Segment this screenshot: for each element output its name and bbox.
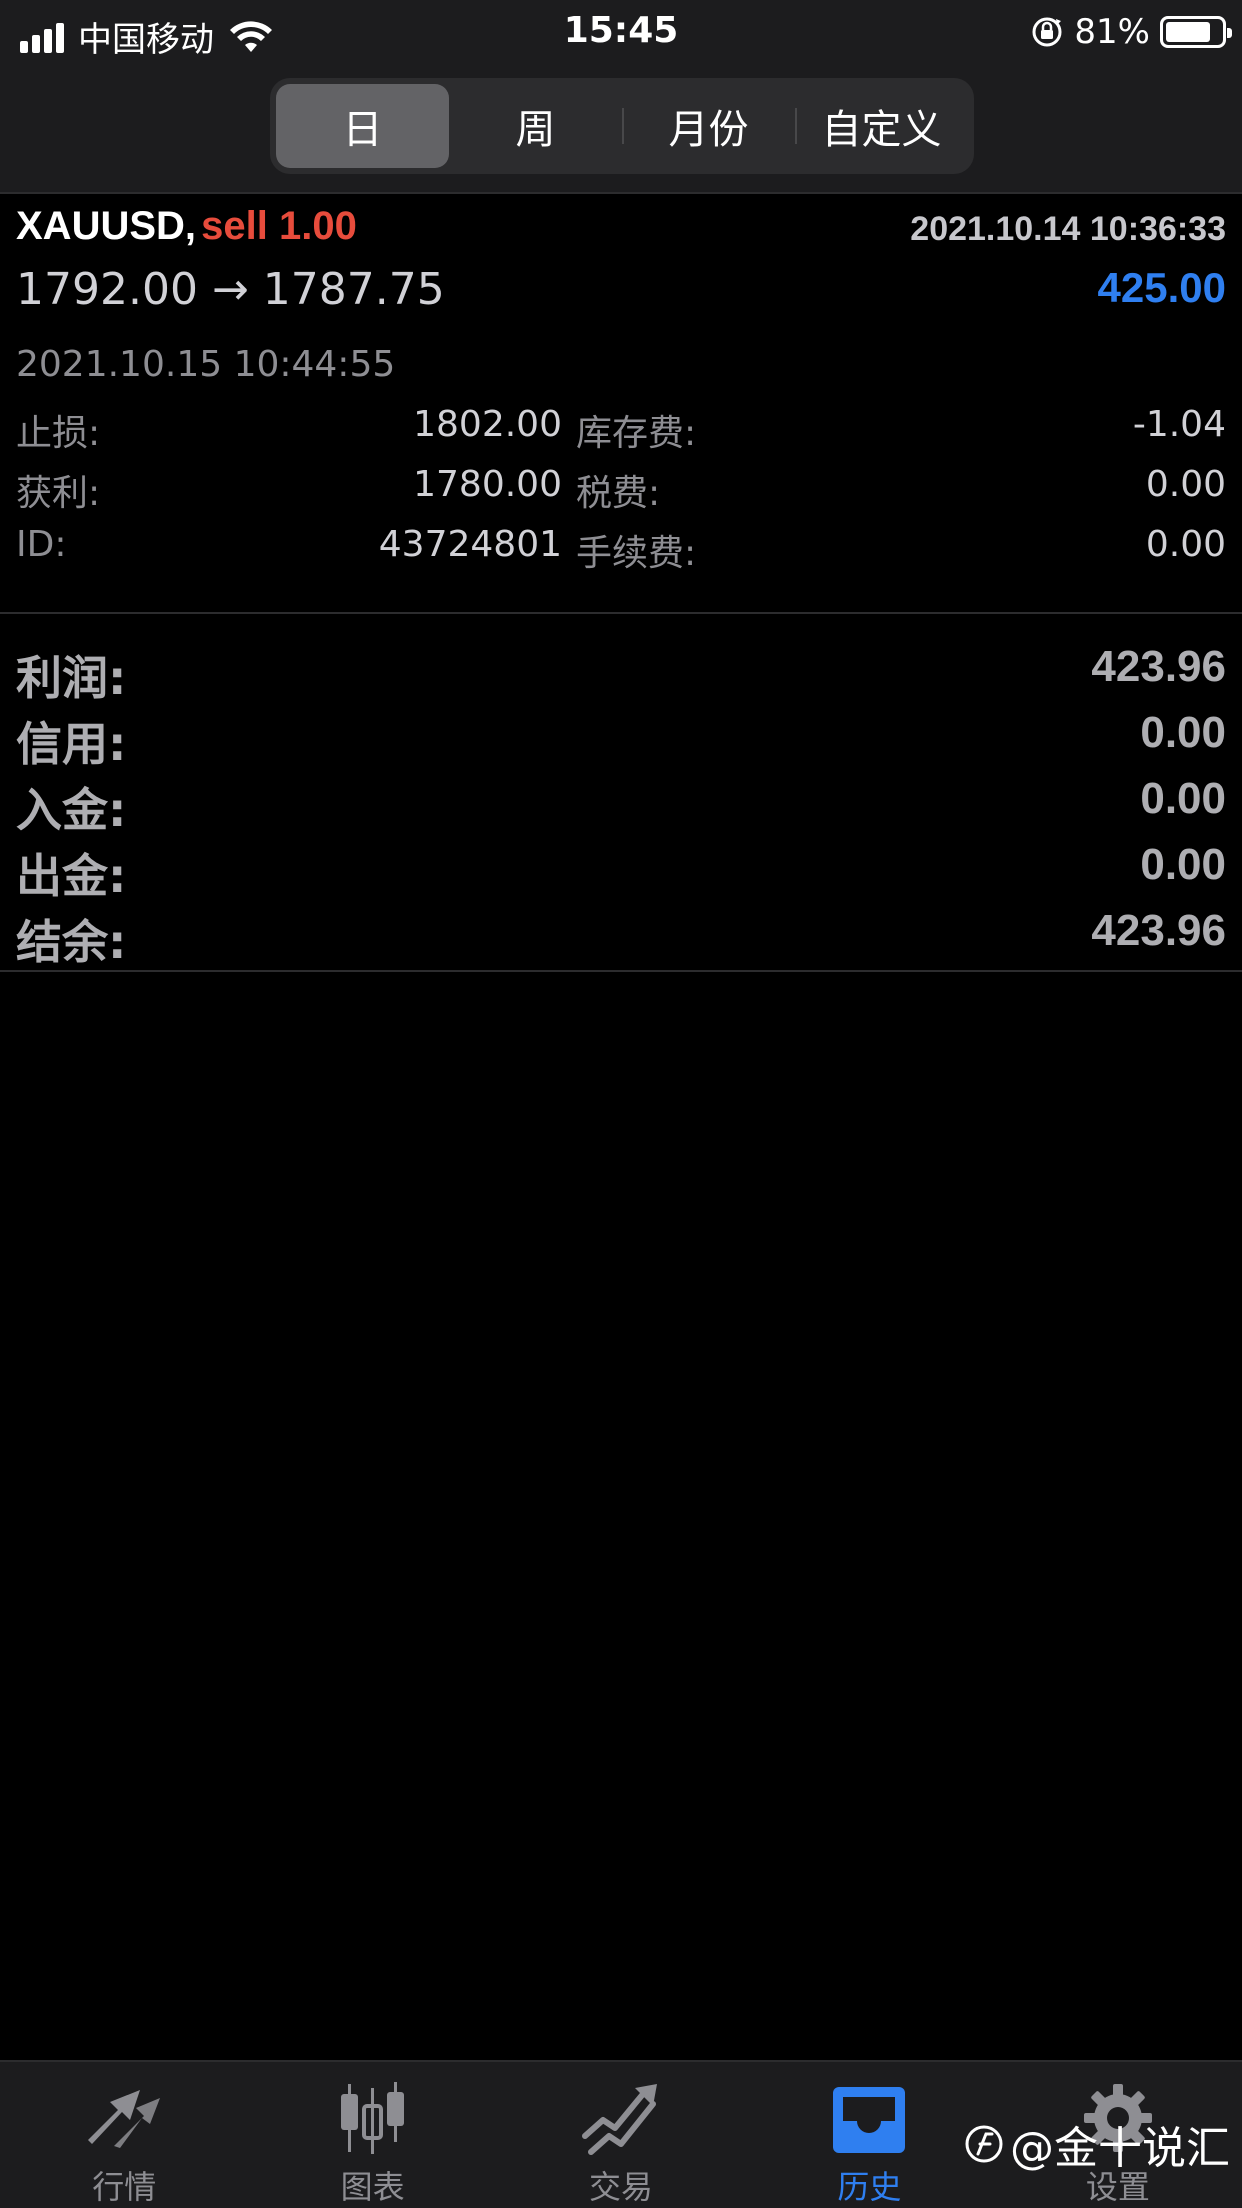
- account-summary: 利润: 423.96 信用: 0.00 入金: 0.00 出金: 0.00 结余…: [0, 612, 1242, 972]
- tab-week[interactable]: 周: [449, 84, 622, 168]
- summary-row-balance: 结余: 423.96: [0, 898, 1242, 969]
- watermark-text: @金十说汇: [1010, 2123, 1230, 2174]
- take-profit-label: 获利:: [16, 473, 101, 514]
- period-segmented-control: 日 周 月份 自定义: [270, 78, 974, 174]
- swap-label: 库存费:: [576, 413, 697, 454]
- trade-open-time: 2021.10.14 10:36:33: [910, 210, 1226, 248]
- trade-prices: 1792.00 → 1787.75: [16, 264, 445, 315]
- summary-row-credit: 信用: 0.00: [0, 700, 1242, 771]
- taxes-value: 0.00: [1145, 464, 1226, 505]
- summary-value: 423.96: [1091, 906, 1226, 955]
- summary-row-withdrawal: 出金: 0.00: [0, 832, 1242, 903]
- history-screen: 中国移动 15:45 81% 日 周 月份 自定义 XAUUSD, sell 1…: [0, 0, 1242, 2208]
- tab-history[interactable]: 历史: [745, 2062, 993, 2208]
- tab-week-label: 周: [515, 107, 556, 153]
- watermark: @金十说汇: [964, 2112, 1230, 2176]
- summary-value: 0.00: [1140, 840, 1226, 889]
- summary-value: 0.00: [1140, 774, 1226, 823]
- trade-trend-icon: [579, 2080, 663, 2156]
- trade-symbol: XAUUSD,: [16, 204, 197, 248]
- battery-percent: 81%: [1074, 12, 1150, 52]
- trade-entry[interactable]: XAUUSD, sell 1.00 2021.10.14 10:36:33 17…: [0, 192, 1242, 612]
- battery-icon: [1160, 16, 1232, 48]
- tab-trade-label: 交易: [589, 2168, 654, 2206]
- trade-details: 止损: 1802.00 库存费: -1.04 获利: 1780.00 税费: 0…: [16, 404, 1226, 584]
- tab-custom[interactable]: 自定义: [795, 84, 968, 168]
- detail-row: 获利: 1780.00 税费: 0.00: [16, 464, 1226, 524]
- tab-chart[interactable]: 图表: [248, 2062, 496, 2208]
- battery-level-fill: [1166, 22, 1210, 42]
- commission-value: 0.00: [1145, 524, 1226, 565]
- tab-month-label: 月份: [668, 107, 749, 153]
- tab-custom-label: 自定义: [821, 107, 942, 153]
- stop-loss-label: 止损:: [16, 413, 101, 454]
- summary-row-profit: 利润: 423.96: [0, 634, 1242, 705]
- commission-label: 手续费:: [576, 533, 697, 574]
- summary-label: 信用:: [16, 717, 127, 771]
- summary-label: 利润:: [16, 651, 127, 705]
- taxes-label: 税费:: [576, 473, 661, 514]
- status-bar: 中国移动 15:45 81%: [0, 0, 1242, 62]
- trade-profit: 425.00: [1097, 264, 1226, 311]
- history-inbox-icon: [827, 2080, 911, 2156]
- stop-loss-value: 1802.00: [413, 404, 562, 445]
- summary-label: 出金:: [16, 849, 127, 903]
- rotation-lock-icon: [1032, 17, 1062, 47]
- tab-history-label: 历史: [837, 2168, 902, 2206]
- take-profit-value: 1780.00: [413, 464, 562, 505]
- trade-header-row: XAUUSD, sell 1.00 2021.10.14 10:36:33: [16, 204, 1226, 260]
- tab-quotes[interactable]: 行情: [0, 2062, 248, 2208]
- trade-price-row: 1792.00 → 1787.75 425.00: [16, 264, 1226, 324]
- order-id-label: ID:: [16, 524, 67, 565]
- detail-row: 止损: 1802.00 库存费: -1.04: [16, 404, 1226, 464]
- tab-quotes-label: 行情: [92, 2168, 157, 2206]
- period-header: 日 周 月份 自定义: [0, 62, 1242, 192]
- status-right: 81%: [1030, 12, 1232, 52]
- quotes-arrows-icon: [82, 2080, 166, 2156]
- trade-close-time: 2021.10.15 10:44:55: [16, 344, 396, 385]
- order-id-value: 43724801: [378, 524, 562, 565]
- summary-value: 423.96: [1091, 642, 1226, 691]
- tab-chart-label: 图表: [340, 2168, 405, 2206]
- tab-day-label: 日: [342, 107, 383, 153]
- summary-label: 结余:: [16, 915, 127, 969]
- watermark-logo-icon: [965, 2125, 1003, 2163]
- tab-day[interactable]: 日: [276, 84, 449, 168]
- swap-value: -1.04: [1132, 404, 1226, 445]
- tab-month[interactable]: 月份: [622, 84, 795, 168]
- tab-trade[interactable]: 交易: [497, 2062, 745, 2208]
- trade-side: sell 1.00: [201, 204, 357, 248]
- summary-row-deposit: 入金: 0.00: [0, 766, 1242, 837]
- summary-label: 入金:: [16, 783, 127, 837]
- summary-value: 0.00: [1140, 708, 1226, 757]
- candlestick-chart-icon: [331, 2080, 415, 2156]
- detail-row: ID: 43724801 手续费: 0.00: [16, 524, 1226, 584]
